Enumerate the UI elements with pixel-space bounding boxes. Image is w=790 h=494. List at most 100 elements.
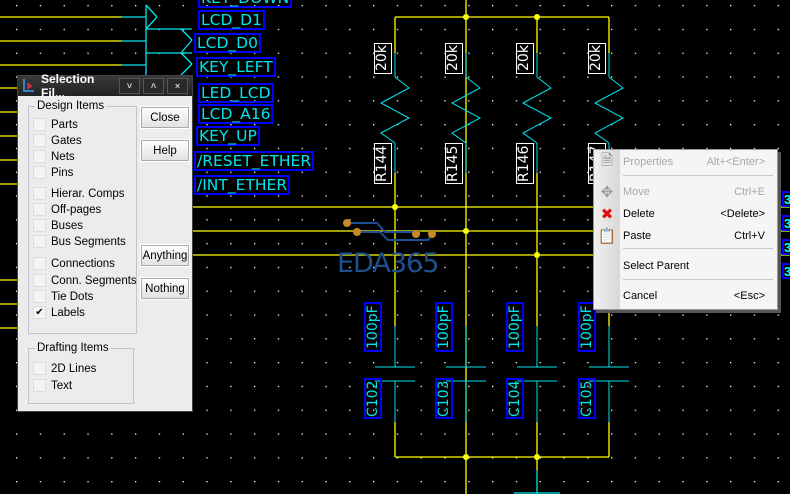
net-label[interactable]: /INT_ETHER [194,175,291,195]
resistor-ref-label[interactable]: R144 [374,143,392,184]
collapse-button[interactable]: ˅ [119,78,140,94]
checkbox-label: Hierar. Comps [51,187,125,200]
checkbox-connections[interactable]: Connections [33,257,115,270]
expand-button[interactable]: ˄ [143,78,164,94]
menu-item-label: Cancel [623,290,658,302]
net-label[interactable]: KEY_UP [196,126,260,146]
net-label[interactable]: KEY_DOWN [198,0,293,8]
menu-separator [623,175,773,176]
checkbox-buses[interactable]: Buses [33,219,83,232]
menu-item-shortcut: <Delete> [720,208,765,220]
checkbox-box[interactable] [33,203,46,216]
capacitor-ref-label[interactable]: C103 [435,378,453,419]
paste-icon: 📋 [597,228,617,245]
help-button[interactable]: Help [141,140,189,161]
checkbox-2d-lines[interactable]: 2D Lines [33,362,96,375]
checkbox-nets[interactable]: Nets [33,150,75,163]
menu-item-label: Move [623,186,650,198]
menu-item-label: Select Parent [623,260,690,272]
junction-dot [392,204,398,210]
app-logo-icon [22,79,36,93]
checkbox-box[interactable] [33,219,46,232]
capacitor-ref-label[interactable]: C105 [578,378,596,419]
net-label[interactable]: LCD_D0 [194,33,261,53]
nothing-button[interactable]: Nothing [141,278,189,299]
resistor-value-label[interactable]: 20k [588,43,606,74]
dialog-titlebar[interactable]: Selection Fil... ˅ ˄ × [18,72,192,100]
menu-item-label: Paste [623,230,652,242]
checkbox-label: Buses [51,219,83,232]
checkbox-bus-segments[interactable]: Bus Segments [33,235,126,248]
junction-dot [463,228,469,234]
net-label[interactable]: LED_LCD [198,83,274,103]
menu-item-properties[interactable]: 🗎 Properties Alt+<Enter> [594,152,777,172]
menu-item-shortcut: Ctrl+V [734,230,765,242]
capacitor-value-label[interactable]: 100pF [364,302,382,352]
capacitor-ref-label[interactable]: C102 [364,378,382,419]
delete-x-icon: ✖ [600,206,614,223]
menu-item-shortcut: <Esc> [733,290,765,302]
move-icon: ✥ [600,184,614,201]
net-label-edge[interactable]: 3 [782,215,790,231]
capacitor-value-label[interactable]: 100pF [435,302,453,352]
resistor-value-label[interactable]: 20k [445,43,463,74]
checkbox-tie-dots[interactable]: Tie Dots [33,290,93,303]
close-icon[interactable]: × [167,78,188,94]
checkbox-box[interactable] [33,187,46,200]
selection-filter-dialog: Selection Fil... ˅ ˄ × Design Items Part… [17,72,193,412]
net-label[interactable]: LCD_A16 [198,104,274,124]
capacitor-value-label[interactable]: 100pF [506,302,524,352]
checkbox-hierar-comps[interactable]: Hierar. Comps [33,187,125,200]
junction-dot [534,252,540,258]
net-label[interactable]: LCD_D1 [198,10,265,30]
resistor-value-label[interactable]: 20k [516,43,534,74]
menu-item-paste[interactable]: 📋 Paste Ctrl+V [594,226,777,246]
menu-item-cancel[interactable]: Cancel <Esc> [594,286,777,306]
menu-separator [623,248,773,249]
group-label: Drafting Items [37,342,109,354]
checkbox-text[interactable]: Text [33,379,72,392]
checkbox-conn-segments[interactable]: Conn. Segments [33,274,137,287]
checkbox-pins[interactable]: Pins [33,166,73,179]
menu-item-select-parent[interactable]: Select Parent [594,256,777,276]
checkbox-label: 2D Lines [51,362,97,375]
net-label[interactable]: KEY_LEFT [196,57,276,77]
checkbox-box[interactable] [33,134,46,147]
checkbox-gates[interactable]: Gates [33,134,82,147]
menu-item-move[interactable]: ✥ Move Ctrl+E [594,182,777,202]
checkbox-off-pages[interactable]: Off-pages [33,203,101,216]
anything-button[interactable]: Anything [141,245,189,266]
junction-dot [534,454,540,460]
checkbox-label: Connections [51,257,115,270]
junction-dot [463,14,469,20]
checkbox-box[interactable] [33,290,46,303]
context-menu: 🗎 Properties Alt+<Enter> ✥ Move Ctrl+E ✖ Delete… [593,149,778,310]
resistor-value-label[interactable]: 20k [374,43,392,74]
checkbox-box[interactable] [33,362,46,375]
checkbox-box[interactable] [33,274,46,287]
close-button[interactable]: Close [141,107,189,128]
checkmark-icon[interactable]: ✔ [33,306,46,319]
checkbox-labels[interactable]: ✔ Labels [33,306,85,319]
resistor-ref-label[interactable]: R145 [445,143,463,184]
net-label-edge[interactable]: 3 [782,263,790,279]
checkbox-box[interactable] [33,257,46,270]
checkbox-label: Gates [51,134,82,147]
net-label[interactable]: /RESET_ETHER [194,151,315,171]
checkbox-box[interactable] [33,118,46,131]
menu-item-shortcut: Alt+<Enter> [706,156,765,168]
checkbox-parts[interactable]: Parts [33,118,78,131]
checkbox-box[interactable] [33,150,46,163]
capacitor-ref-label[interactable]: C104 [506,378,524,419]
group-label: Design Items [37,100,105,112]
checkbox-label: Tie Dots [51,290,94,303]
checkbox-box[interactable] [33,166,46,179]
checkbox-box[interactable] [33,379,46,392]
checkbox-label: Bus Segments [51,235,126,248]
checkbox-box[interactable] [33,235,46,248]
checkbox-label: Parts [51,118,78,131]
resistor-ref-label[interactable]: R146 [516,143,534,184]
net-label-edge[interactable]: 3 [782,239,790,255]
menu-item-delete[interactable]: ✖ Delete <Delete> [594,204,777,224]
net-label-edge[interactable]: 3 [782,191,790,207]
